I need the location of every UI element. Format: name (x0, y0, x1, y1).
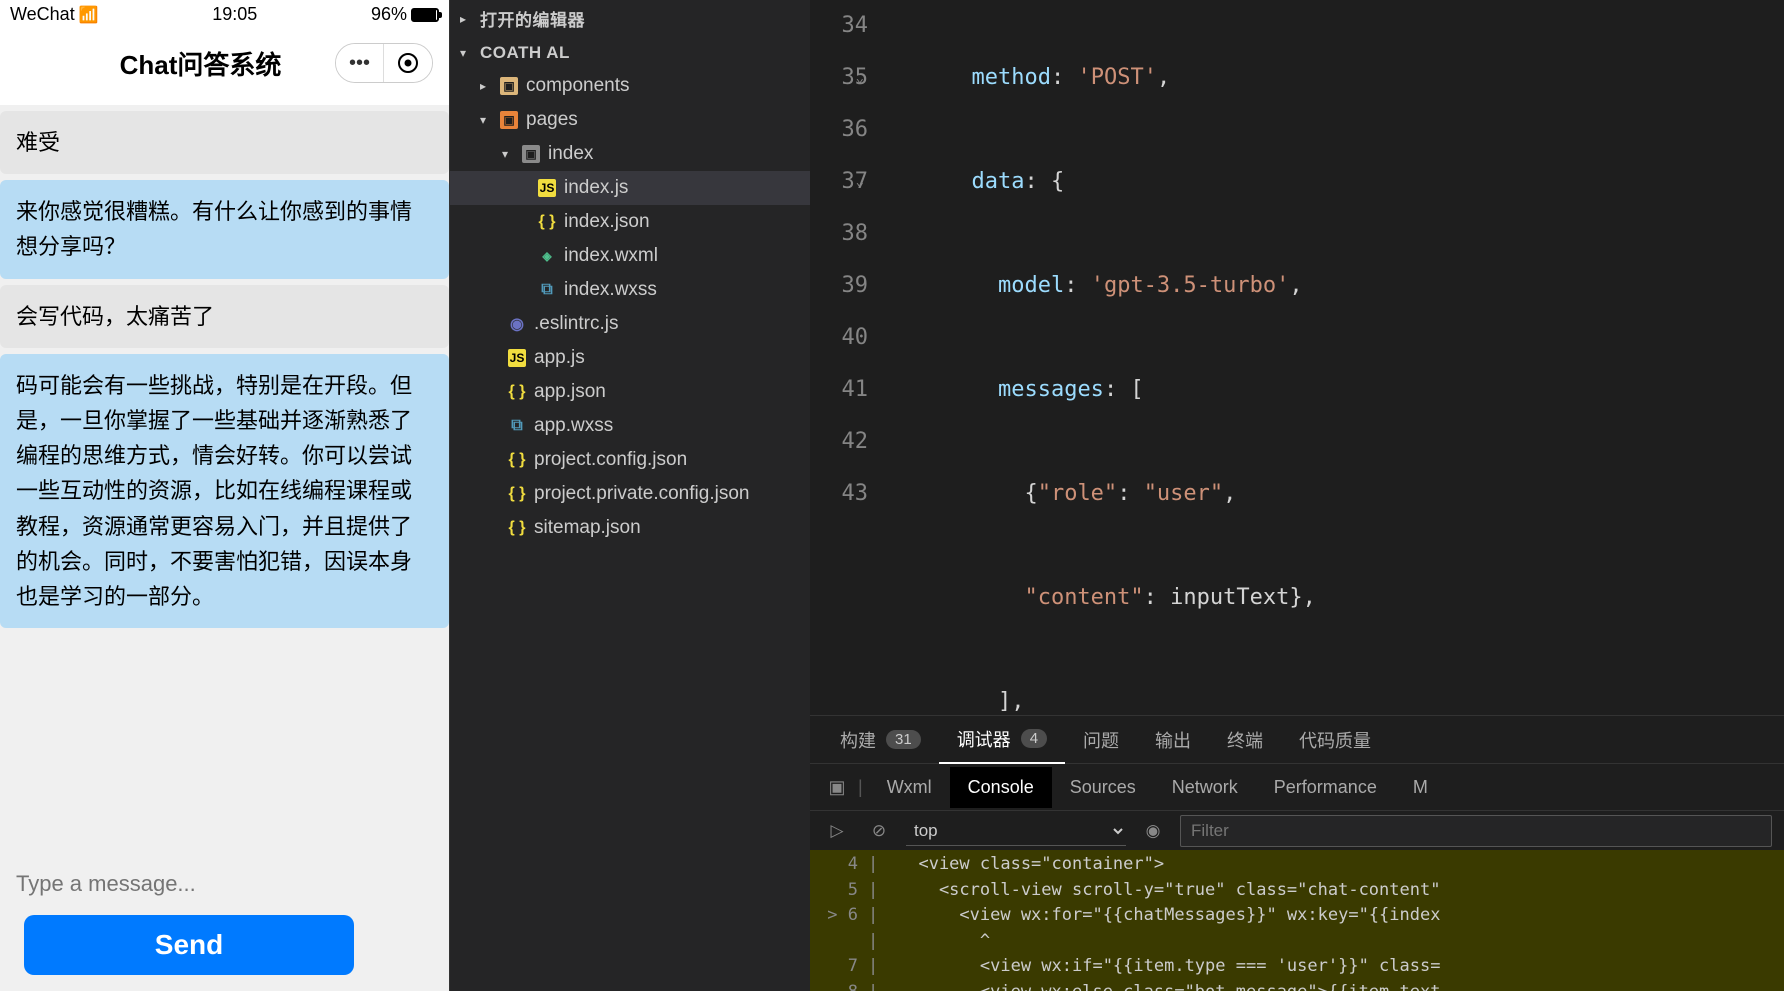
badge: 4 (1021, 729, 1047, 748)
menu-button[interactable]: ••• (336, 44, 384, 82)
bottom-panel: 构建 31 调试器 4 问题 输出 终端 代码质量 ▣ | Wxml Conso… (810, 715, 1784, 991)
context-select[interactable]: top (906, 816, 1126, 846)
tab-wxml[interactable]: Wxml (869, 767, 950, 808)
console-line: 7| <view wx:if="{{item.type === 'user'}}… (818, 954, 1776, 980)
send-button[interactable]: Send (24, 915, 354, 975)
carrier-label: WeChat (10, 4, 75, 25)
tab-performance[interactable]: Performance (1256, 767, 1395, 808)
tab-sources[interactable]: Sources (1052, 767, 1154, 808)
folder-components[interactable]: ▣ components (450, 69, 810, 103)
json-icon: { } (508, 485, 526, 503)
file-index-js[interactable]: JS index.js (450, 171, 810, 205)
file-index-json[interactable]: { } index.json (450, 205, 810, 239)
clear-icon[interactable]: ⊘ (864, 816, 894, 846)
chevron-icon (460, 46, 472, 60)
file-project-config[interactable]: { } project.config.json (450, 443, 810, 477)
console-line: 5| <scroll-view scroll-y="true" class="c… (818, 878, 1776, 904)
eye-icon[interactable]: ◉ (1138, 816, 1168, 846)
app-title: Chat问答系统 (16, 45, 335, 82)
console-output[interactable]: 4| <view class="container"> 5| <scroll-v… (810, 850, 1784, 991)
wxml-icon: ◈ (538, 247, 556, 265)
folder-pages[interactable]: ▣ pages (450, 103, 810, 137)
status-time: 19:05 (212, 4, 257, 25)
fold-icon[interactable]: ⌄ (856, 52, 864, 104)
code-editor[interactable]: 34 35⌄ 36 37⌄ 38 39 40 41 42 43 method: … (810, 0, 1784, 715)
editor-wrap: 34 35⌄ 36 37⌄ 38 39 40 41 42 43 method: … (810, 0, 1784, 991)
folder-icon: ▣ (500, 111, 518, 129)
bot-message: 码可能会有一些挑战，特别是在开段。但是，一旦你掌握了一些基础并逐渐熟悉了编程的思… (0, 354, 449, 628)
tab-output[interactable]: 输出 (1137, 717, 1209, 763)
file-app-json[interactable]: { } app.json (450, 375, 810, 409)
tab-build[interactable]: 构建 31 (822, 717, 939, 763)
chevron-icon (480, 79, 492, 93)
tab-code-quality[interactable]: 代码质量 (1281, 717, 1389, 763)
badge: 31 (886, 730, 921, 749)
tab-debugger[interactable]: 调试器 4 (939, 716, 1065, 764)
chevron-icon (460, 12, 472, 26)
message-input[interactable] (16, 863, 433, 915)
json-icon: { } (538, 213, 556, 231)
file-explorer: 打开的编辑器 COATH AL ▣ components ▣ pages ▣ i… (450, 0, 810, 991)
tab-more[interactable]: M (1395, 767, 1446, 808)
bot-message: 来你感觉很糟糕。有什么让你感到的事情想分享吗？ (0, 180, 449, 278)
file-app-js[interactable]: JS app.js (450, 341, 810, 375)
battery-pct: 96% (371, 4, 407, 25)
target-icon (398, 53, 418, 73)
folder-icon: ▣ (500, 77, 518, 95)
tab-console[interactable]: Console (950, 767, 1052, 808)
tab-problems[interactable]: 问题 (1065, 717, 1137, 763)
wifi-icon (79, 4, 99, 25)
json-icon: { } (508, 383, 526, 401)
file-project-private[interactable]: { } project.private.config.json (450, 477, 810, 511)
close-button[interactable] (384, 44, 432, 82)
user-message: 会写代码，太痛苦了 (0, 285, 449, 348)
file-index-wxss[interactable]: ⧉ index.wxss (450, 273, 810, 307)
user-message: 难受 (0, 111, 449, 174)
console-filter-input[interactable] (1180, 815, 1772, 847)
js-icon: JS (508, 349, 526, 367)
play-icon[interactable]: ▷ (822, 816, 852, 846)
status-bar: WeChat 19:05 96% (0, 0, 449, 29)
line-gutter: 34 35⌄ 36 37⌄ 38 39 40 41 42 43 (810, 0, 892, 715)
console-toolbar: ▷ ⊘ top ◉ (810, 810, 1784, 850)
section-project[interactable]: COATH AL (450, 37, 810, 69)
chevron-icon (502, 147, 514, 161)
fold-icon[interactable]: ⌄ (856, 156, 864, 208)
code-area[interactable]: method: 'POST', data: { model: 'gpt-3.5-… (892, 0, 1784, 715)
chat-area[interactable]: 难受 来你感觉很糟糕。有什么让你感到的事情想分享吗？ 会写代码，太痛苦了 码可能… (0, 105, 449, 847)
folder-index[interactable]: ▣ index (450, 137, 810, 171)
file-sitemap[interactable]: { } sitemap.json (450, 511, 810, 545)
file-app-wxss[interactable]: ⧉ app.wxss (450, 409, 810, 443)
file-index-wxml[interactable]: ◈ index.wxml (450, 239, 810, 273)
wechat-simulator: WeChat 19:05 96% Chat问答系统 ••• 难受 来你感觉很糟糕… (0, 0, 450, 991)
section-open-editors[interactable]: 打开的编辑器 (450, 0, 810, 37)
capsule-buttons: ••• (335, 43, 433, 83)
battery-icon (411, 8, 439, 22)
devtools-tabs: ▣ | Wxml Console Sources Network Perform… (810, 764, 1784, 810)
tab-network[interactable]: Network (1154, 767, 1256, 808)
folder-icon: ▣ (522, 145, 540, 163)
tab-terminal[interactable]: 终端 (1209, 717, 1281, 763)
file-eslintrc[interactable]: ◉ .eslintrc.js (450, 307, 810, 341)
console-line: > 6| <view wx:for="{{chatMessages}}" wx:… (818, 903, 1776, 929)
js-icon: JS (538, 179, 556, 197)
console-line: 4| <view class="container"> (818, 852, 1776, 878)
inspect-icon[interactable]: ▣ (822, 772, 852, 802)
chevron-icon (480, 113, 492, 127)
json-icon: { } (508, 519, 526, 537)
eslint-icon: ◉ (508, 315, 526, 333)
wxss-icon: ⧉ (508, 417, 526, 435)
console-line: | ^ (818, 929, 1776, 955)
console-line: 8| <view wx:else class="bot-message">{{i… (818, 980, 1776, 991)
input-area: Send (0, 847, 449, 991)
app-header: Chat问答系统 ••• (0, 29, 449, 105)
json-icon: { } (508, 451, 526, 469)
wxss-icon: ⧉ (538, 281, 556, 299)
panel-tabs-primary: 构建 31 调试器 4 问题 输出 终端 代码质量 (810, 716, 1784, 764)
